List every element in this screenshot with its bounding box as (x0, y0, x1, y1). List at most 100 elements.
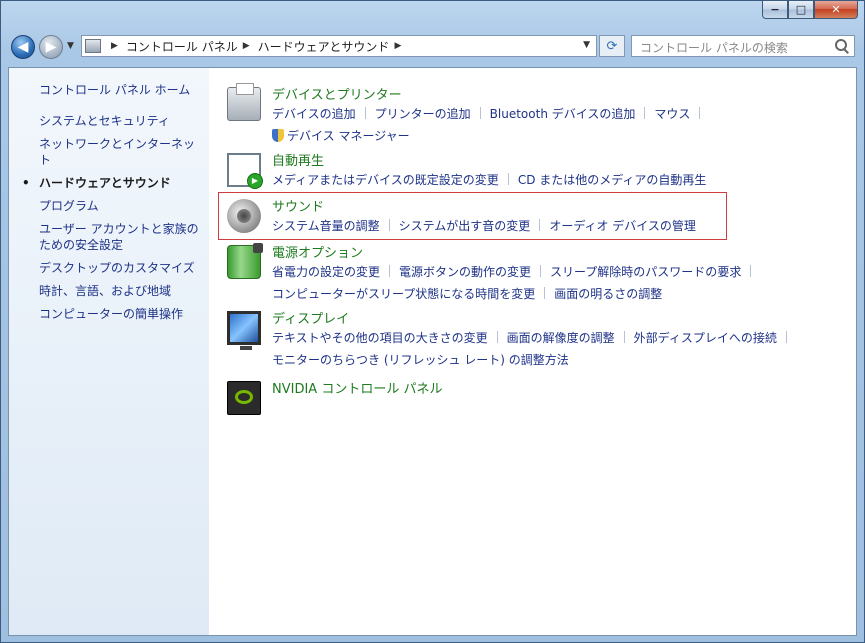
category-links: システム音量の調整 システムが出す音の変更 オーディオ デバイスの管理 (272, 215, 847, 237)
link-device-manager[interactable]: デバイス マネージャー (272, 129, 410, 143)
link-sleep-time[interactable]: コンピューターがスリープ状態になる時間を変更 (272, 287, 535, 301)
sidebar-home-link[interactable]: コントロール パネル ホーム (39, 81, 190, 98)
link-label: デバイス マネージャー (287, 129, 410, 143)
link-power-saving[interactable]: 省電力の設定の変更 (272, 265, 380, 279)
sidebar-item-user-accounts[interactable]: ユーザー アカウントと家族のための安全設定 (39, 221, 204, 253)
sidebar-item-ease-of-access[interactable]: コンピューターの簡単操作 (39, 306, 204, 322)
recent-pages-dropdown[interactable]: ▼ (67, 41, 74, 51)
divider (540, 265, 542, 277)
nvidia-icon[interactable] (227, 381, 261, 415)
navigation-toolbar: ◀ ▶ ▼ ▶ コントロール パネル ▶ ハードウェアとサウンド ▶ ▼ ⟳ コ… (1, 29, 864, 65)
content-area: コントロール パネル ホーム システムとセキュリティ ネットワークとインターネッ… (8, 67, 857, 636)
category-sound: サウンド システム音量の調整 システムが出す音の変更 オーディオ デバイスの管理 (227, 196, 847, 236)
control-panel-window: − □ ✕ ◀ ▶ ▼ ▶ コントロール パネル ▶ ハードウェアとサウンド ▶… (0, 0, 865, 643)
forward-button[interactable]: ▶ (39, 35, 63, 59)
category-display: ディスプレイ テキストやその他の項目の大きさの変更 画面の解像度の調整 外部ディスプ… (227, 308, 847, 368)
sidebar-item-system-security[interactable]: システムとセキュリティ (39, 113, 204, 129)
address-bar[interactable]: ▶ コントロール パネル ▶ ハードウェアとサウンド ▶ ▼ (81, 35, 597, 57)
divider (750, 265, 752, 277)
category-title[interactable]: デバイスとプリンター (272, 84, 402, 103)
link-text-size[interactable]: テキストやその他の項目の大きさの変更 (272, 331, 488, 345)
category-devices-printers: デバイスとプリンター デバイスの追加 プリンターの追加 Bluetooth デバイス… (227, 83, 847, 147)
category-title[interactable]: 自動再生 (272, 150, 324, 169)
play-icon: ▶ (247, 173, 263, 189)
sidebar-item-hardware-sound[interactable]: • ハードウェアとサウンド (22, 175, 204, 191)
link-screen-brightness[interactable]: 画面の明るさの調整 (554, 287, 662, 301)
close-button[interactable]: ✕ (814, 1, 858, 19)
search-input[interactable]: コントロール パネルの検索 (631, 35, 855, 57)
printer-icon[interactable] (227, 83, 261, 121)
refresh-icon: ⟳ (606, 38, 618, 54)
link-add-printer[interactable]: プリンターの追加 (375, 107, 471, 121)
plug-icon (253, 243, 263, 253)
main-panel: デバイスとプリンター デバイスの追加 プリンターの追加 Bluetooth デバイス… (209, 68, 856, 635)
minimize-button[interactable]: − (762, 1, 788, 19)
speaker-icon[interactable] (227, 199, 261, 233)
chevron-right-icon[interactable]: ▶ (243, 41, 250, 51)
link-cd-autoplay[interactable]: CD または他のメディアの自動再生 (518, 173, 707, 187)
nvidia-eye-logo (235, 390, 253, 404)
divider (364, 107, 366, 119)
sidebar-item-programs[interactable]: プログラム (39, 198, 204, 214)
battery-icon[interactable] (227, 243, 263, 279)
category-title[interactable]: サウンド (272, 196, 324, 215)
monitor-stand (240, 346, 252, 350)
link-external-display[interactable]: 外部ディスプレイへの接続 (634, 331, 777, 345)
link-adjust-volume[interactable]: システム音量の調整 (272, 219, 380, 233)
uac-shield-icon (272, 129, 284, 142)
divider (644, 107, 646, 119)
category-power-options: 電源オプション 省電力の設定の変更 電源ボタンの動作の変更 スリープ解除時のパスワー… (227, 242, 847, 302)
category-links: 省電力の設定の変更 電源ボタンの動作の変更 スリープ解除時のパスワードの要求 コンピ… (272, 261, 847, 305)
divider (507, 173, 509, 185)
divider (544, 287, 546, 299)
arrow-right-icon: ▶ (45, 39, 57, 55)
category-title[interactable]: NVIDIA コントロール パネル (272, 378, 442, 397)
bullet-icon: • (22, 176, 30, 190)
category-nvidia: NVIDIA コントロール パネル (227, 378, 847, 418)
sidebar: コントロール パネル ホーム システムとセキュリティ ネットワークとインターネッ… (9, 68, 209, 635)
category-links: メディアまたはデバイスの既定設定の変更 CD または他のメディアの自動再生 (272, 169, 847, 191)
sidebar-item-network-internet[interactable]: ネットワークとインターネット (39, 136, 204, 168)
link-refresh-rate[interactable]: モニターのちらつき (リフレッシュ レート) の調整方法 (272, 353, 569, 367)
monitor-icon[interactable] (227, 311, 261, 350)
maximize-button[interactable]: □ (788, 1, 814, 19)
breadcrumb-hardware-sound[interactable]: ハードウェアとサウンド (258, 38, 390, 55)
link-add-bluetooth[interactable]: Bluetooth デバイスの追加 (490, 107, 636, 121)
control-panel-icon (85, 39, 101, 53)
divider (388, 219, 390, 231)
sidebar-item-appearance[interactable]: デスクトップのカスタマイズ (39, 260, 204, 276)
autoplay-icon[interactable]: ▶ (227, 153, 263, 189)
link-require-password[interactable]: スリープ解除時のパスワードの要求 (550, 265, 741, 279)
category-title[interactable]: ディスプレイ (272, 308, 349, 327)
divider (479, 107, 481, 119)
divider (389, 265, 391, 277)
divider (699, 107, 701, 119)
arrow-left-icon: ◀ (17, 39, 29, 55)
search-icon[interactable] (835, 39, 849, 54)
caption-buttons: − □ ✕ (762, 1, 858, 19)
category-title[interactable]: 電源オプション (272, 242, 363, 261)
category-links: テキストやその他の項目の大きさの変更 画面の解像度の調整 外部ディスプレイへの接続 … (272, 327, 847, 371)
link-autoplay-defaults[interactable]: メディアまたはデバイスの既定設定の変更 (272, 173, 499, 187)
link-power-button[interactable]: 電源ボタンの動作の変更 (399, 265, 531, 279)
link-screen-resolution[interactable]: 画面の解像度の調整 (507, 331, 615, 345)
sidebar-item-clock-language[interactable]: 時計、言語、および地域 (39, 283, 204, 299)
link-manage-audio-devices[interactable]: オーディオ デバイスの管理 (549, 219, 696, 233)
search-placeholder: コントロール パネルの検索 (640, 41, 788, 55)
breadcrumb-control-panel[interactable]: コントロール パネル (126, 38, 238, 55)
link-change-sounds[interactable]: システムが出す音の変更 (399, 219, 531, 233)
category-links: デバイスの追加 プリンターの追加 Bluetooth デバイスの追加 マウス デバイス… (272, 103, 847, 147)
sidebar-item-label: ハードウェアとサウンド (39, 176, 171, 190)
divider (539, 219, 541, 231)
link-mouse[interactable]: マウス (654, 107, 690, 121)
chevron-down-icon[interactable]: ▼ (583, 40, 590, 50)
speaker-cone (237, 209, 251, 223)
divider (785, 331, 787, 343)
divider (623, 331, 625, 343)
refresh-button[interactable]: ⟳ (599, 35, 625, 57)
divider (496, 331, 498, 343)
chevron-right-icon[interactable]: ▶ (394, 41, 401, 51)
back-button[interactable]: ◀ (11, 35, 35, 59)
chevron-right-icon[interactable]: ▶ (111, 41, 118, 51)
link-add-device[interactable]: デバイスの追加 (272, 107, 356, 121)
